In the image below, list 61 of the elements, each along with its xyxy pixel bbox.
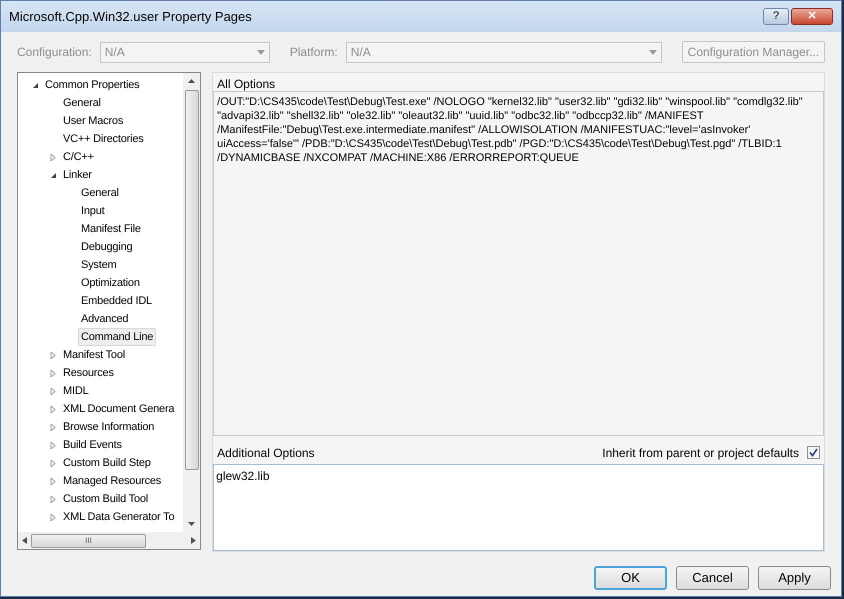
caret-icon [648, 50, 657, 54]
dialog-button[interactable]: Apply [758, 566, 831, 590]
dialog-button[interactable]: Cancel [676, 566, 749, 590]
tree-item[interactable]: System [78, 256, 120, 274]
additional-options-field[interactable]: glew32.lib [213, 464, 824, 552]
tree-item[interactable]: Debugging [78, 238, 136, 256]
checkmark-icon [809, 448, 818, 458]
additional-options-label: Additional Options [217, 444, 315, 462]
tree-item[interactable]: General [78, 184, 122, 202]
tree-item[interactable]: C/C++ [60, 148, 97, 166]
help-button[interactable]: ? [763, 8, 789, 25]
collapsed-arrow-icon[interactable] [50, 478, 57, 484]
tree-item[interactable]: Browse Information [60, 418, 158, 436]
tree-item[interactable]: Resources [60, 364, 117, 382]
tree-item[interactable]: Managed Resources [60, 472, 164, 490]
vertical-scrollbar[interactable] [183, 73, 200, 532]
tree-item[interactable]: Optimization [78, 274, 143, 292]
collapsed-arrow-icon[interactable] [50, 514, 57, 520]
dialog-button[interactable]: OK [594, 566, 667, 590]
tree-item[interactable]: Common Properties [42, 76, 142, 94]
collapsed-arrow-icon[interactable] [50, 460, 57, 466]
inherit-checkbox[interactable] [807, 446, 820, 460]
field-label: Configuration: [17, 44, 92, 61]
tree-item[interactable]: User Macros [60, 112, 126, 130]
tree-item[interactable]: XML Document Genera [60, 400, 178, 418]
collapsed-arrow-icon[interactable] [50, 352, 57, 358]
collapsed-arrow-icon[interactable] [50, 370, 57, 376]
tree-item[interactable]: General [60, 94, 104, 112]
scrollbar-thumb[interactable] [184, 90, 199, 470]
window-title: Microsoft.Cpp.Win32.user Property Pages [9, 8, 252, 26]
horizontal-scrollbar[interactable]: III [18, 532, 200, 549]
collapsed-arrow-icon[interactable] [50, 406, 57, 412]
all-options-box: /OUT:"D:\CS435\code\Test\Debug\Test.exe" /NOLOGO "kernel32.lib" "user32.lib" "gdi32.lib" "winspool.lib" "comdlg32.lib" "advapi32.lib" "shell32.lib" "ole32.lib" "oleaut32.lib" "uuid.lib" "odbc32.lib" "odbccp32.lib" /MANIFEST /ManifestFile:"Debug\Test.exe.intermediate.manifest" /ALLOWISOLATION /MANIFESTUAC:"level='asInvoker' uiAccess='false'" /PDB:"D:\CS435\code\Test\Debug\Test.pdb" /PGD:"D:\CS435\code\Test\Debug\Test.pgd" /TLBID:1 /DYNAMICBASE /NXCOMPAT /MACHINE:X86 /ERRORREPORT:QUEUE [213, 91, 824, 436]
expanded-arrow-icon[interactable] [32, 82, 39, 88]
collapsed-arrow-icon[interactable] [50, 424, 57, 430]
tree-item[interactable]: Advanced [78, 310, 132, 328]
tree-item[interactable]: XML Data Generator To [60, 508, 178, 526]
collapsed-arrow-icon[interactable] [50, 442, 57, 448]
collapsed-arrow-icon[interactable] [50, 154, 57, 160]
left-arrow-icon[interactable] [22, 537, 27, 544]
caret-icon [256, 50, 265, 54]
tree-item[interactable]: Custom Build Step [60, 454, 154, 472]
tree-item[interactable]: Command Line [78, 328, 156, 346]
tree-item[interactable]: VC++ Directories [60, 130, 147, 148]
inherit-label: Inherit from parent or project defaults [602, 444, 799, 462]
tree-item[interactable]: Build Events [60, 436, 125, 454]
field-label: Platform: [290, 44, 338, 61]
tree-item[interactable]: MIDL [60, 382, 92, 400]
right-arrow-icon[interactable] [191, 537, 196, 544]
tree-item[interactable]: Input [78, 202, 108, 220]
scrollbar-thumb[interactable]: III [31, 534, 146, 548]
tree-item[interactable]: Manifest File [78, 220, 144, 238]
all-options-label: All Options [216, 76, 276, 91]
scrollbar-grip: III [85, 536, 92, 544]
expanded-arrow-icon[interactable] [50, 172, 57, 178]
tree-item[interactable]: Custom Build Tool [60, 490, 152, 508]
collapsed-arrow-icon[interactable] [50, 496, 57, 502]
tree-item[interactable]: Manifest Tool [60, 346, 128, 364]
tree-item[interactable]: Linker [60, 166, 95, 184]
tree-item[interactable]: Embedded IDL [78, 292, 155, 310]
collapsed-arrow-icon[interactable] [50, 388, 57, 394]
